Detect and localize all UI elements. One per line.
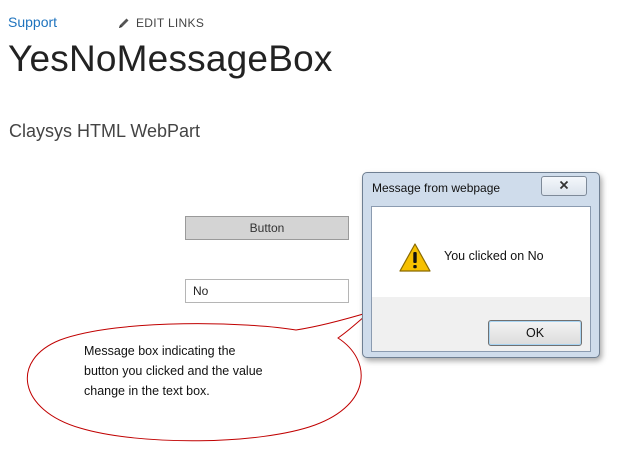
dialog-message: You clicked on No (444, 249, 544, 263)
warning-icon (398, 242, 432, 279)
close-button[interactable] (541, 176, 587, 196)
message-dialog: Message from webpage You clicked on No O… (362, 172, 600, 358)
close-icon (559, 177, 569, 195)
callout-line: change in the text box. (84, 384, 210, 398)
callout-line: button you clicked and the value (84, 364, 263, 378)
callout-text: Message box indicating the button you cl… (84, 341, 314, 401)
callout-line: Message box indicating the (84, 344, 236, 358)
dialog-body: You clicked on No OK (371, 206, 591, 352)
ok-button[interactable]: OK (488, 320, 582, 346)
dialog-title: Message from webpage (372, 181, 501, 195)
